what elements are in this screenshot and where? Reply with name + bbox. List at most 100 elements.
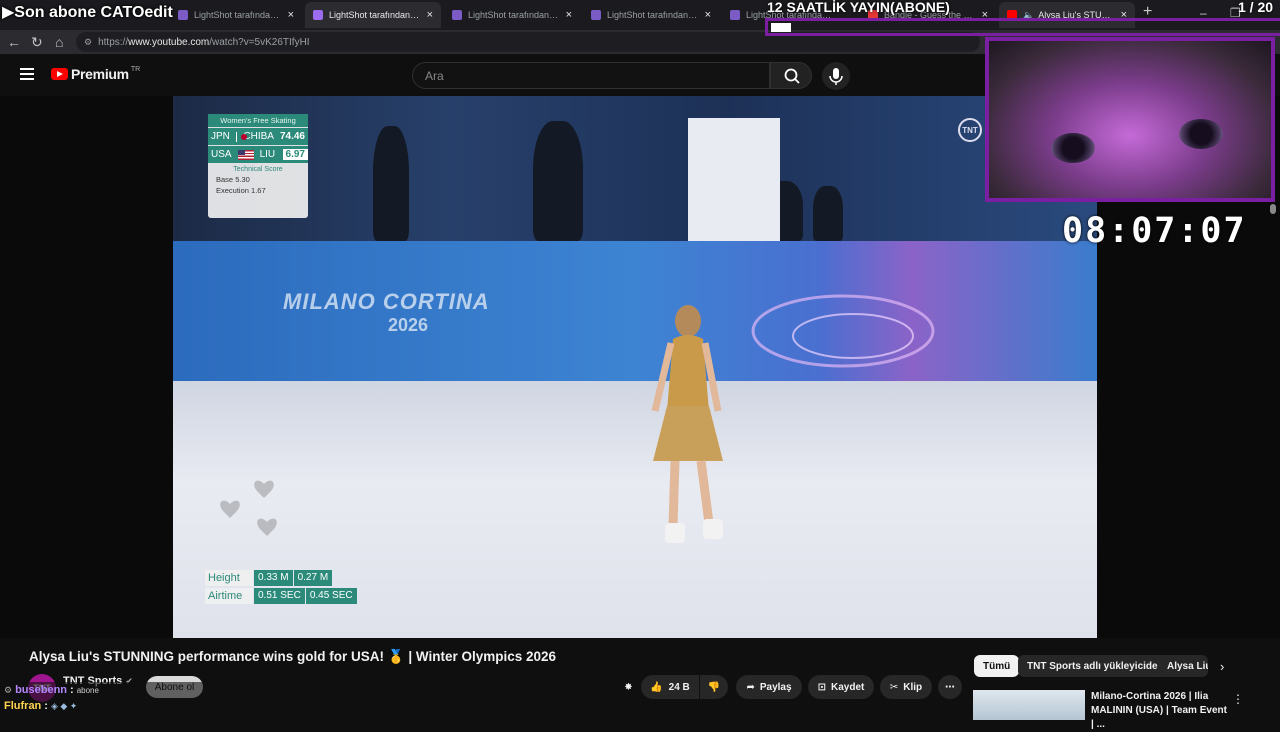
clip-button[interactable]: ✂ Klip [880, 675, 932, 699]
score-row-jpn: JPN CHIBA 74.46 [208, 128, 308, 145]
country-code: USA [211, 149, 232, 160]
microphone-icon [829, 68, 843, 85]
bookmark-icon: ⊡ [817, 681, 827, 693]
clip-label: Klip [903, 681, 923, 693]
execution-line: Execution 1.67 [208, 186, 308, 195]
recommended-title[interactable]: Milano-Cortina 2026 | Ilia MALININ (USA)… [1091, 690, 1231, 732]
score-graphic: Women's Free Skating JPN CHIBA 74.46 USA… [208, 114, 308, 218]
save-button[interactable]: ⊡ Kaydet [808, 675, 874, 699]
country-code: JPN [211, 131, 230, 142]
share-button[interactable]: ➦ Paylaş [736, 675, 802, 699]
usa-flag-icon [237, 149, 254, 160]
stream-title: 12 SAATLİK YAYIN(ABONE) [767, 0, 950, 15]
base-value: 5.30 [235, 175, 250, 184]
execution-label: Execution [216, 186, 249, 195]
search-button[interactable] [770, 62, 812, 89]
rink-board: MILANO CORTINA 2026 [173, 241, 1097, 381]
chat-username: busebenn [15, 684, 68, 696]
url-path: /watch?v=5vK26TIfyHI [209, 36, 310, 48]
browser-tab-3[interactable]: LightShot tarafından Ekran G× [444, 2, 580, 28]
video-title: Alysa Liu's STUNNING performance wins go… [29, 649, 557, 664]
hype-button[interactable]: ✸ [620, 675, 637, 699]
cat-eye-left [1051, 133, 1095, 163]
technical-score-label: Technical Score [233, 166, 283, 173]
score-header: Women's Free Skating [208, 114, 308, 127]
more-actions-button[interactable]: ⋯ [938, 675, 962, 699]
board-logo-text: MILANO CORTINA [283, 289, 490, 314]
chevron-right-icon[interactable]: › [1220, 659, 1224, 674]
lightshot-favicon-icon [591, 10, 601, 20]
youtube-play-icon [51, 68, 68, 80]
chip-all[interactable]: Tümü [974, 655, 1020, 677]
airtime-value: 0.45 SEC [305, 588, 357, 604]
score-row-usa: USA LIU 6.97 [208, 146, 308, 163]
url-host: www.youtube.com [128, 36, 210, 48]
thumbs-up-icon: 👍 [650, 681, 663, 693]
chat-text: abone [76, 685, 99, 695]
lightshot-favicon-icon [452, 10, 462, 20]
airtime-value: 0.51 SEC [254, 588, 305, 604]
skater-figure [651, 305, 723, 543]
lightshot-favicon-icon [730, 10, 740, 20]
browser-tab-1[interactable]: LightShot tarafından Ekran G× [170, 2, 302, 28]
sparkle-icon: ✸ [624, 681, 633, 693]
search-input[interactable] [412, 62, 770, 89]
scrollbar-thumb[interactable] [1270, 204, 1276, 214]
jump-stats-graphic: Height 0.33 M 0.27 M Airtime 0.51 SEC 0.… [205, 570, 357, 606]
close-tab-icon[interactable]: × [288, 9, 294, 21]
thumbs-down-icon: 👎 [707, 681, 721, 693]
more-vertical-icon[interactable]: ⋮ [1232, 692, 1244, 706]
chat-message: ⚙ busebenn : abone [4, 684, 99, 696]
board-swirl-graphic [751, 294, 935, 368]
site-info-icon[interactable]: ⚙ [84, 37, 92, 48]
youtube-logo[interactable]: Premium TR [51, 66, 140, 82]
height-label: Height [205, 570, 253, 586]
recommended-thumbnail[interactable] [973, 690, 1085, 720]
webcam-overlay [985, 37, 1275, 202]
skater-score: 6.97 [282, 149, 308, 160]
browser-tab-4[interactable]: LightShot tarafından Ekran G× [583, 2, 719, 28]
japan-flag-icon [235, 131, 247, 142]
hamburger-menu-icon[interactable] [20, 68, 34, 80]
video-frame[interactable]: MILANO CORTINA 2026 TNT Women's Free Ska… [173, 96, 1097, 638]
like-count: 24 B [668, 681, 690, 693]
airtime-label: Airtime [205, 588, 253, 604]
region-code: TR [130, 65, 141, 73]
lightshot-favicon-icon [178, 10, 188, 20]
base-label: Base [216, 175, 234, 184]
close-tab-icon[interactable]: × [566, 9, 572, 21]
close-tab-icon[interactable]: × [705, 9, 711, 21]
back-arrow-icon[interactable]: ← [7, 34, 21, 50]
board-year-text: 2026 [388, 315, 429, 335]
chip-alysa-liu[interactable]: Alysa Liu [1158, 655, 1208, 677]
height-value: 0.27 M [293, 570, 333, 586]
close-tab-icon[interactable]: × [427, 9, 433, 21]
floating-hearts-icon [220, 480, 277, 536]
stream-timer: 08:07:07 [1062, 211, 1247, 251]
browser-tab-2[interactable]: LightShot tarafından Ekran G× [305, 2, 441, 28]
height-value: 0.33 M [254, 570, 293, 586]
stream-chat-overlay: ⚙ busebenn : abone Flufran : ◈ ◆ ✦ [4, 682, 384, 718]
like-button[interactable]: 👍 24 B [641, 675, 699, 699]
stream-overlay-frame [765, 18, 1280, 36]
search-icon [784, 68, 800, 84]
dislike-button[interactable]: 👎 [700, 675, 728, 699]
logo-text: Premium [71, 66, 129, 82]
home-icon[interactable]: ⌂ [55, 34, 63, 50]
base-line: Base 5.30 [208, 175, 308, 184]
scissors-icon: ✂ [889, 681, 899, 693]
save-label: Kaydet [831, 681, 865, 693]
skater-score: 74.46 [279, 131, 305, 142]
chip-from-uploader[interactable]: TNT Sports adlı yükleyiciden [1018, 655, 1173, 677]
voice-search-button[interactable] [822, 62, 850, 90]
chat-badge-icon: ⚙ [4, 684, 13, 695]
more-horizontal-icon: ⋯ [945, 681, 955, 693]
url-prefix: https:// [98, 36, 129, 48]
skater-name: LIU [259, 149, 276, 160]
chat-emote-icon: ◈ ◆ ✦ [50, 700, 78, 711]
judge-screen [688, 118, 780, 241]
share-label: Paylaş [759, 681, 792, 693]
stream-counter: 1 / 20 [1238, 0, 1274, 15]
reload-icon[interactable]: ↻ [31, 34, 43, 51]
cat-eye-right [1179, 119, 1223, 149]
